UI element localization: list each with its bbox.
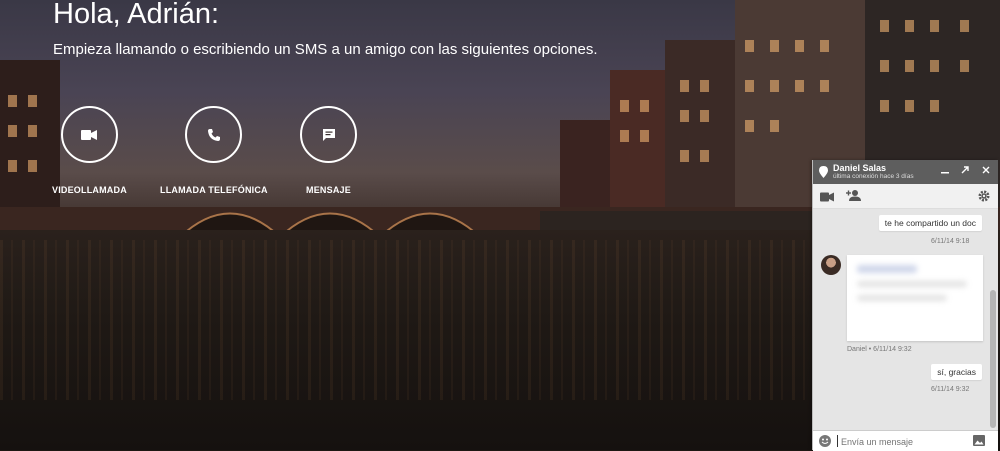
message-input[interactable] xyxy=(839,433,973,450)
phone-call-button[interactable]: LLAMADA TELEFÓNICA xyxy=(160,106,268,195)
greeting-subtitle: Empieza llamando o escribiendo un SMS a … xyxy=(53,41,598,58)
chat-contact-status: última conexión hace 3 días xyxy=(833,173,914,180)
video-call-label: VIDEOLLAMADA xyxy=(52,185,127,195)
minimize-icon[interactable] xyxy=(938,164,952,178)
message-circle[interactable] xyxy=(300,106,357,163)
video-call-button[interactable]: VIDEOLLAMADA xyxy=(52,106,127,195)
message-icon xyxy=(322,128,335,141)
chat-toolbar xyxy=(813,184,998,209)
message-label: MENSAJE xyxy=(306,185,351,195)
phone-icon xyxy=(207,128,220,141)
message-composer xyxy=(813,430,998,451)
video-camera-icon[interactable] xyxy=(820,192,834,202)
message-timestamp: 6/11/14 9:18 xyxy=(931,238,970,245)
scrollbar[interactable] xyxy=(990,290,996,428)
location-pin-icon xyxy=(819,166,828,178)
message-bubble: te he compartido un doc xyxy=(878,215,982,231)
message-timestamp: 6/11/14 9:32 xyxy=(931,386,970,393)
image-icon[interactable] xyxy=(973,435,985,446)
avatar xyxy=(821,255,841,275)
gear-icon[interactable] xyxy=(978,190,990,202)
message-meta: Daniel • 6/11/14 9:32 xyxy=(847,346,912,353)
popout-icon[interactable] xyxy=(958,164,972,178)
chat-window[interactable]: Daniel Salas última conexión hace 3 días… xyxy=(812,160,998,451)
video-call-circle[interactable] xyxy=(60,106,118,163)
shared-doc-preview[interactable] xyxy=(847,255,983,341)
phone-call-label: LLAMADA TELEFÓNICA xyxy=(160,185,268,195)
chat-contact-name: Daniel Salas xyxy=(833,163,887,173)
close-icon[interactable] xyxy=(979,164,993,178)
chat-header[interactable]: Daniel Salas última conexión hace 3 días xyxy=(813,160,998,184)
phone-call-circle[interactable] xyxy=(185,106,243,163)
message-button[interactable]: MENSAJE xyxy=(300,106,357,195)
emoji-icon[interactable] xyxy=(819,435,831,447)
text-cursor xyxy=(837,435,838,447)
message-bubble: sí, gracias xyxy=(931,364,982,380)
video-camera-icon xyxy=(81,129,98,140)
message-list[interactable]: te he compartido un doc 6/11/14 9:18 Dan… xyxy=(813,209,998,429)
greeting-title: Hola, Adrián: xyxy=(53,0,220,30)
add-person-icon[interactable] xyxy=(846,189,862,201)
